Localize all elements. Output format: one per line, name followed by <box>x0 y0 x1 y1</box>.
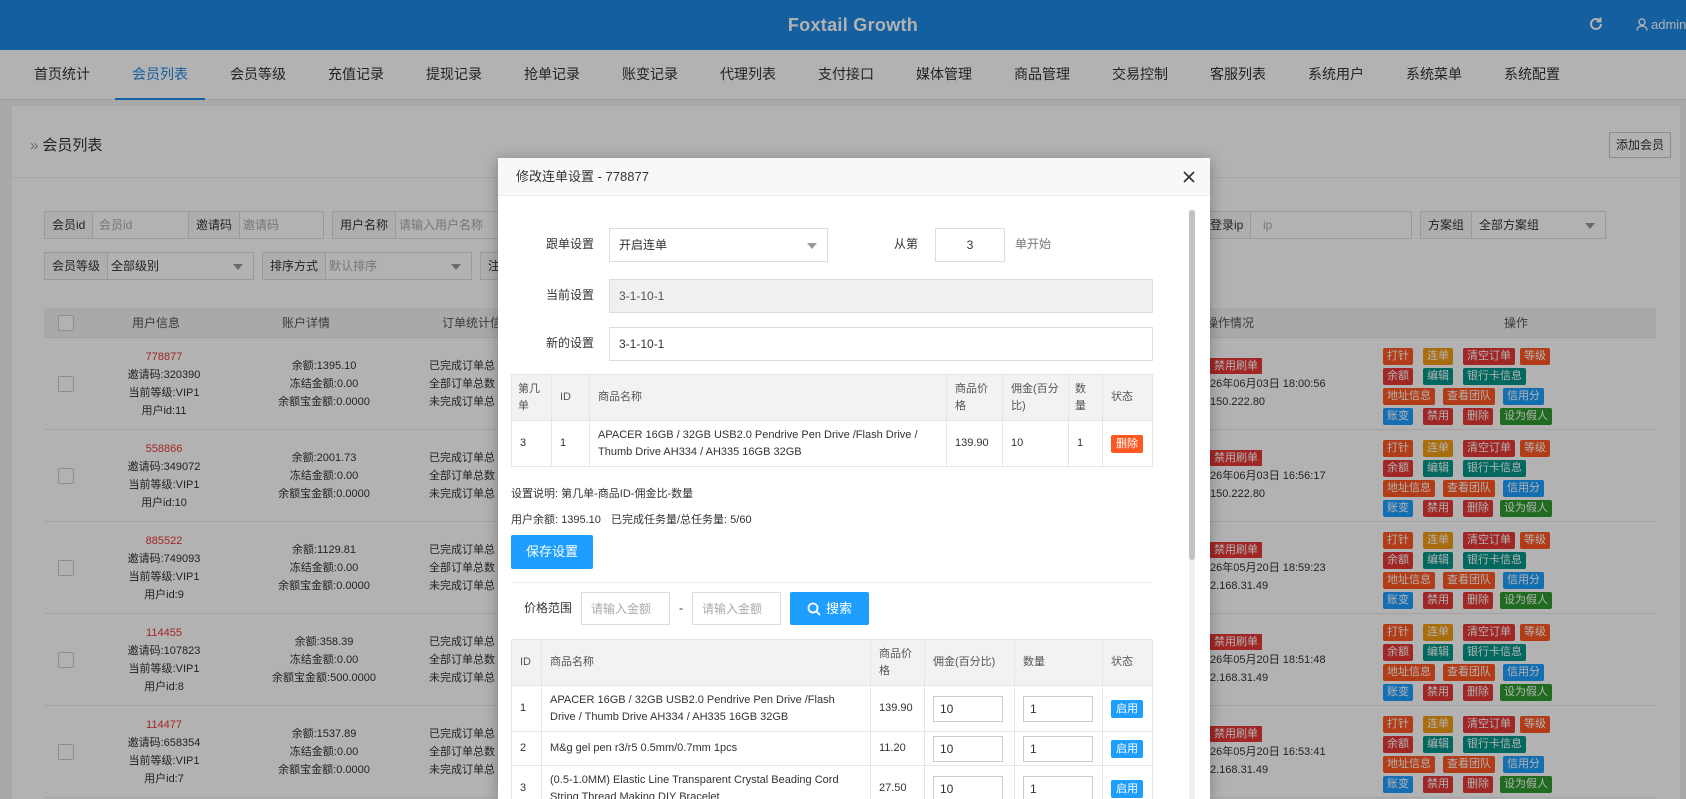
enable-button[interactable]: 启用 <box>1111 779 1143 798</box>
chain-order-modal: 修改连单设置 - 778877 跟单设置 开启连单 从第 3 单开始 当前设置 … <box>498 158 1210 799</box>
table-row: 3 1 APACER 16GB / 32GB USB2.0 Pendrive P… <box>511 420 1153 467</box>
save-settings-button[interactable]: 保存设置 <box>511 535 593 569</box>
modal-scrollbar-thumb[interactable] <box>1189 210 1195 560</box>
th-status: 状态 <box>1102 639 1153 686</box>
from-order-input[interactable]: 3 <box>935 228 1005 262</box>
th-name: 商品名称 <box>589 374 947 421</box>
from-label: 从第 <box>893 237 918 251</box>
enable-button[interactable]: 启用 <box>1111 739 1143 758</box>
cell-name: M&g gel pen r3/r5 0.5mm/0.7mm 1pcs <box>541 731 871 766</box>
cell-name: APACER 16GB / 32GB USB2.0 Pendrive Pen D… <box>589 420 947 467</box>
current-setting-label: 当前设置 <box>545 288 594 302</box>
current-setting-field: 3-1-10-1 <box>609 279 1153 313</box>
follow-setting-select[interactable]: 开启连单 <box>609 228 828 262</box>
quantity-input[interactable]: 1 <box>1023 775 1093 799</box>
cell-name: APACER 16GB / 32GB USB2.0 Pendrive Pen D… <box>541 685 871 732</box>
th-price: 商品价格 <box>870 639 925 686</box>
search-icon <box>807 602 821 616</box>
cell-price: 139.90 <box>946 420 1003 467</box>
goods-table: ID 商品名称 商品价格 佣金(百分比) 数量 状态 1 APACER 16GB… <box>511 639 1153 799</box>
th-qty: 数量 <box>1068 374 1103 421</box>
th-price: 商品价格 <box>946 374 1003 421</box>
min-price-input[interactable]: 请输入金额 <box>581 592 670 625</box>
cell-price: 27.50 <box>870 765 925 799</box>
search-button-label: 搜索 <box>825 601 852 616</box>
new-setting-input[interactable]: 3-1-10-1 <box>609 327 1153 361</box>
commission-input[interactable]: 10 <box>933 695 1003 722</box>
cell-qty: 1 <box>1068 420 1103 467</box>
table-row: 2 M&g gel pen r3/r5 0.5mm/0.7mm 1pcs 11.… <box>511 731 1153 766</box>
divider <box>511 582 1152 583</box>
table-row: 1 APACER 16GB / 32GB USB2.0 Pendrive Pen… <box>511 685 1153 732</box>
quantity-input[interactable]: 1 <box>1023 735 1093 762</box>
enable-button[interactable]: 启用 <box>1111 699 1143 718</box>
th-nth: 第几单 <box>511 374 552 421</box>
range-dash: - <box>679 601 683 615</box>
modal-title: 修改连单设置 - 778877 <box>516 169 649 184</box>
commission-input[interactable]: 10 <box>933 775 1003 799</box>
delete-setting-button[interactable]: 删除 <box>1111 434 1143 453</box>
th-name: 商品名称 <box>541 639 871 686</box>
user-balance-text: 用户余额: 1395.10 <box>511 514 601 526</box>
th-commission: 佣金(百分比) <box>924 639 1015 686</box>
search-button[interactable]: 搜索 <box>790 592 869 625</box>
cell-id: 2 <box>511 731 542 766</box>
cell-price: 139.90 <box>870 685 925 732</box>
current-settings-table: 第几单 ID 商品名称 商品价格 佣金(百分比) 数量 状态 3 1 APACE… <box>511 374 1153 467</box>
th-status: 状态 <box>1102 374 1153 421</box>
max-price-input[interactable]: 请输入金额 <box>692 592 781 625</box>
cell-name: (0.5-1.0MM) Elastic Line Transparent Cry… <box>541 765 871 799</box>
th-id: ID <box>551 374 590 421</box>
price-range-label: 价格范围 <box>524 601 573 615</box>
th-qty: 数量 <box>1014 639 1103 686</box>
table-row: 3 (0.5-1.0MM) Elastic Line Transparent C… <box>511 765 1153 799</box>
cell-id: 1 <box>551 420 590 467</box>
close-icon[interactable] <box>1182 170 1196 184</box>
quantity-input[interactable]: 1 <box>1023 695 1093 722</box>
cell-commission: 10 <box>1002 420 1069 467</box>
chevron-down-icon <box>807 243 817 249</box>
cell-nth: 3 <box>511 420 552 467</box>
task-progress-text: 已完成任务量/总任务量: 5/60 <box>611 514 752 526</box>
th-id: ID <box>511 639 542 686</box>
new-setting-label: 新的设置 <box>545 336 594 350</box>
from-suffix: 单开始 <box>1015 237 1052 251</box>
modal-header: 修改连单设置 - 778877 <box>498 158 1210 196</box>
setting-note: 设置说明: 第几单-商品ID-佣金比-数量 <box>511 488 694 500</box>
cell-id: 3 <box>511 765 542 799</box>
commission-input[interactable]: 10 <box>933 735 1003 762</box>
follow-setting-label: 跟单设置 <box>545 237 594 251</box>
cell-id: 1 <box>511 685 542 732</box>
th-commission: 佣金(百分比) <box>1002 374 1069 421</box>
follow-setting-value: 开启连单 <box>619 238 668 252</box>
cell-price: 11.20 <box>870 731 925 766</box>
